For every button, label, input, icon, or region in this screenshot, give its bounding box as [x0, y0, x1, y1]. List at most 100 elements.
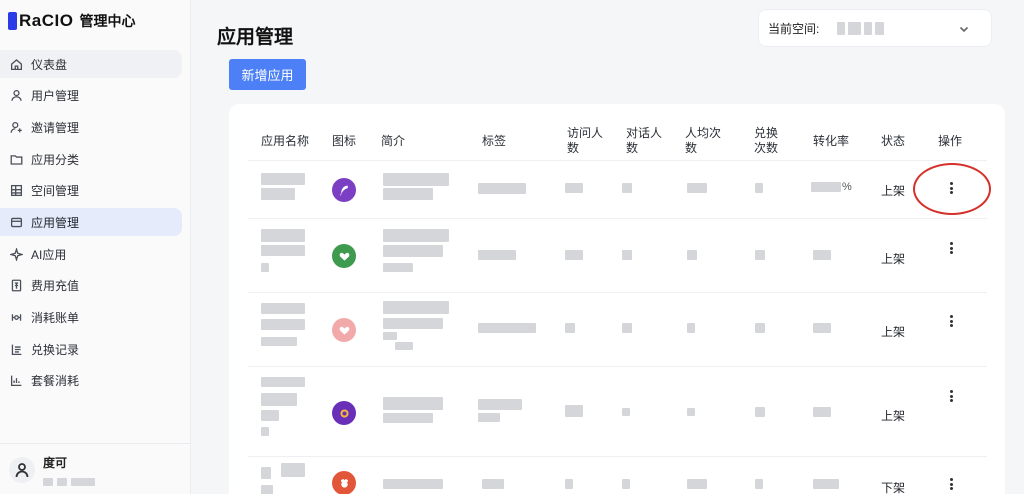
table-row[interactable]: 上架	[248, 367, 987, 457]
sidebar-item-recharge[interactable]: 费用充值	[0, 272, 182, 300]
tags-redacted	[478, 323, 536, 333]
chatters-redacted	[622, 479, 630, 489]
sidebar-item-label: 空间管理	[31, 184, 80, 199]
col-app-name: 应用名称	[261, 134, 310, 148]
redeem-count-redacted	[755, 183, 763, 193]
col-avg-count: 人均次数	[685, 126, 722, 155]
status-badge: 上架	[881, 252, 906, 266]
chef-icon	[332, 471, 356, 494]
col-visitors: 访问人数	[567, 126, 604, 155]
avg-count-redacted	[687, 479, 707, 489]
heart-hands-icon	[332, 318, 356, 342]
conversion-rate: %	[811, 181, 852, 193]
col-icon: 图标	[332, 134, 357, 148]
redeem-count-redacted	[755, 250, 765, 260]
status-badge: 上架	[881, 184, 906, 198]
table-row[interactable]: % 上架	[248, 161, 987, 219]
visitors-redacted	[565, 323, 575, 333]
table-row[interactable]: 上架	[248, 219, 987, 293]
chatters-redacted	[622, 183, 632, 193]
more-actions-icon[interactable]	[945, 477, 957, 491]
visitors-redacted	[565, 250, 583, 260]
col-actions: 操作	[938, 134, 963, 148]
add-app-button[interactable]: 新增应用	[229, 59, 306, 90]
annotation-circle	[913, 163, 991, 215]
col-redeem-count: 兑换次数	[754, 126, 779, 155]
conversion-redacted	[813, 407, 831, 417]
redeem-count-redacted	[755, 407, 765, 417]
more-actions-icon[interactable]	[945, 314, 957, 328]
logo-mark	[8, 12, 17, 30]
sidebar-item-label: 套餐消耗	[31, 374, 80, 389]
status-badge: 上架	[881, 409, 906, 423]
sidebar-item-billing[interactable]: 消耗账单	[0, 304, 182, 332]
more-actions-icon[interactable]	[945, 241, 957, 255]
user-icon	[9, 89, 23, 103]
chatters-redacted	[622, 323, 632, 333]
sidebar-item-spaces[interactable]: 空间管理	[0, 177, 182, 205]
sidebar-nav: 仪表盘 用户管理 邀请管理 应用分类 空间管理 应用管理 AI应用 费用充值 消…	[0, 50, 191, 399]
list-icon	[9, 342, 23, 356]
chatters-redacted	[622, 408, 630, 416]
tags-redacted	[478, 183, 526, 194]
page-title: 应用管理	[217, 27, 294, 48]
heart-hands-icon	[332, 244, 356, 268]
grid-icon	[9, 184, 23, 198]
conversion-suffix: %	[842, 181, 852, 193]
space-selector[interactable]: 当前空间:	[758, 9, 992, 47]
feather-icon	[332, 178, 356, 202]
sidebar-item-dashboard[interactable]: 仪表盘	[0, 50, 182, 78]
space-name-redacted	[837, 21, 885, 35]
visitors-redacted	[565, 183, 583, 193]
sidebar-item-label: 用户管理	[31, 89, 80, 104]
folder-icon	[9, 152, 23, 166]
tags-redacted	[478, 250, 516, 260]
sidebar-item-label: 仪表盘	[31, 57, 68, 72]
sidebar-item-label: 应用分类	[31, 152, 80, 167]
more-actions-icon[interactable]	[945, 389, 957, 403]
sidebar-divider	[0, 443, 191, 444]
sidebar: RaCIO 管理中心 仪表盘 用户管理 邀请管理 应用分类 空间管理 应用管理	[0, 0, 191, 494]
sidebar-item-label: 消耗账单	[31, 311, 80, 325]
avg-count-redacted	[687, 250, 697, 260]
sidebar-item-label: 应用管理	[31, 215, 80, 230]
table-row[interactable]: 上架	[248, 293, 987, 367]
sidebar-item-users[interactable]: 用户管理	[0, 82, 182, 110]
logo-brand: RaCIO	[19, 11, 74, 30]
table-header: 应用名称 图标 简介 标签 访问人数 对话人数 人均次数 兑换次数 转化率 状态…	[248, 124, 987, 161]
conversion-redacted	[813, 250, 831, 260]
sidebar-item-package-usage[interactable]: 套餐消耗	[0, 367, 182, 395]
user-plus-icon	[9, 120, 23, 134]
bar-chart-icon	[9, 374, 23, 388]
sidebar-item-ai-apps[interactable]: AI应用	[0, 240, 182, 268]
sidebar-item-label: 费用充值	[31, 279, 80, 294]
user-profile[interactable]: 度可	[9, 454, 95, 486]
user-account-redacted	[43, 478, 95, 486]
chatters-redacted	[622, 250, 632, 260]
sidebar-item-redemptions[interactable]: 兑换记录	[0, 335, 182, 363]
col-intro: 简介	[381, 134, 406, 148]
tags-redacted	[482, 479, 504, 489]
window-icon	[9, 215, 23, 229]
avg-count-redacted	[687, 323, 695, 333]
col-conversion: 转化率	[813, 134, 850, 148]
col-chatters: 对话人数	[626, 126, 663, 155]
sidebar-item-categories[interactable]: 应用分类	[0, 145, 182, 173]
user-avatar-icon	[9, 457, 35, 483]
status-badge: 上架	[881, 325, 906, 339]
coin-icon	[332, 401, 356, 425]
main-content: 应用管理 当前空间: 新增应用 应用名称 图标 简介 标签 访问人数 对话人数 …	[191, 0, 1024, 494]
avg-count-redacted	[687, 408, 695, 416]
chevron-down-icon	[959, 23, 969, 33]
table-row[interactable]: 下架	[248, 457, 987, 494]
col-status: 状态	[881, 134, 906, 148]
col-tags: 标签	[482, 134, 507, 148]
conversion-redacted	[813, 479, 839, 489]
status-badge: 下架	[881, 481, 906, 494]
space-selector-label: 当前空间:	[768, 21, 820, 36]
sidebar-item-apps[interactable]: 应用管理	[0, 208, 182, 237]
logo-subtitle: 管理中心	[79, 13, 136, 29]
logo: RaCIO 管理中心	[8, 10, 135, 32]
sidebar-item-invites[interactable]: 邀请管理	[0, 113, 182, 141]
home-icon	[9, 57, 23, 71]
